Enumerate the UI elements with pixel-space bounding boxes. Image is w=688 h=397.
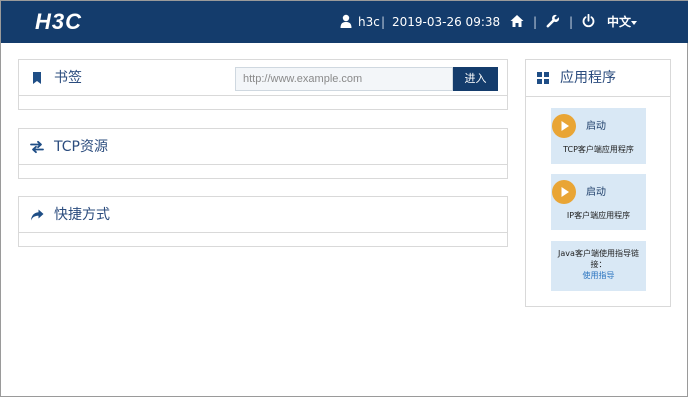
ip-client-app-name: IP客户端应用程序: [566, 211, 631, 220]
bookmarks-panel-body: [19, 96, 507, 109]
play-icon[interactable]: [552, 114, 576, 138]
exchange-arrows-icon: [30, 140, 44, 154]
tcp-client-app-card[interactable]: 启动 TCP客户端应用程序: [551, 108, 646, 164]
top-header: H3C h3c | 2019-03-26 09:38 | | 中文: [1, 1, 688, 43]
username-label[interactable]: h3c: [358, 14, 380, 30]
app-window: H3C h3c | 2019-03-26 09:38 | | 中文 书签 htt…: [0, 0, 688, 397]
shortcuts-body: [19, 233, 507, 246]
grid-icon: [537, 72, 549, 84]
shortcuts-header[interactable]: 快捷方式: [19, 197, 507, 233]
java-guide-text: Java客户端使用指导链接：: [558, 249, 639, 269]
bookmark-icon: [33, 72, 41, 84]
header-separator: |: [533, 15, 538, 29]
bookmarks-panel-header: 书签 进入: [19, 60, 507, 96]
applications-panel: 应用程序 启动 TCP客户端应用程序 启动 IP客户端应用程序 Java客户端使…: [525, 59, 671, 307]
header-separator: |: [569, 15, 574, 29]
bookmarks-title: 书签: [54, 70, 82, 86]
shortcuts-panel: 快捷方式: [18, 196, 508, 247]
datetime-label: 2019-03-26 09:38: [392, 15, 501, 29]
applications-header: 应用程序: [526, 60, 670, 97]
tcp-client-start-label[interactable]: 启动: [586, 120, 606, 133]
ip-client-start-label[interactable]: 启动: [586, 186, 606, 199]
home-icon[interactable]: [510, 14, 524, 28]
share-arrow-icon: [31, 209, 44, 221]
tcp-resources-title: TCP资源: [54, 139, 108, 155]
h3c-logo: H3C: [35, 9, 83, 34]
power-icon[interactable]: [582, 14, 595, 28]
bookmark-url-input[interactable]: [235, 67, 453, 91]
tcp-client-app-name: TCP客户端应用程序: [563, 145, 634, 154]
user-icon: [340, 14, 352, 28]
play-icon[interactable]: [552, 180, 576, 204]
language-selector[interactable]: 中文: [607, 14, 631, 30]
caret-down-icon[interactable]: [631, 21, 637, 25]
tcp-resources-header[interactable]: TCP资源: [19, 129, 507, 165]
tcp-resources-panel: TCP资源: [18, 128, 508, 179]
applications-title: 应用程序: [560, 70, 616, 86]
ip-client-app-card[interactable]: 启动 IP客户端应用程序: [551, 174, 646, 230]
wrench-icon[interactable]: [546, 14, 560, 28]
usage-guide-link[interactable]: 使用指导: [551, 271, 646, 281]
shortcuts-title: 快捷方式: [54, 207, 110, 223]
bookmarks-panel: 书签 进入: [18, 59, 508, 110]
java-guide-card: Java客户端使用指导链接： 使用指导: [551, 241, 646, 291]
header-separator: |: [381, 15, 386, 29]
tcp-resources-body: [19, 165, 507, 178]
go-button[interactable]: 进入: [453, 67, 498, 91]
